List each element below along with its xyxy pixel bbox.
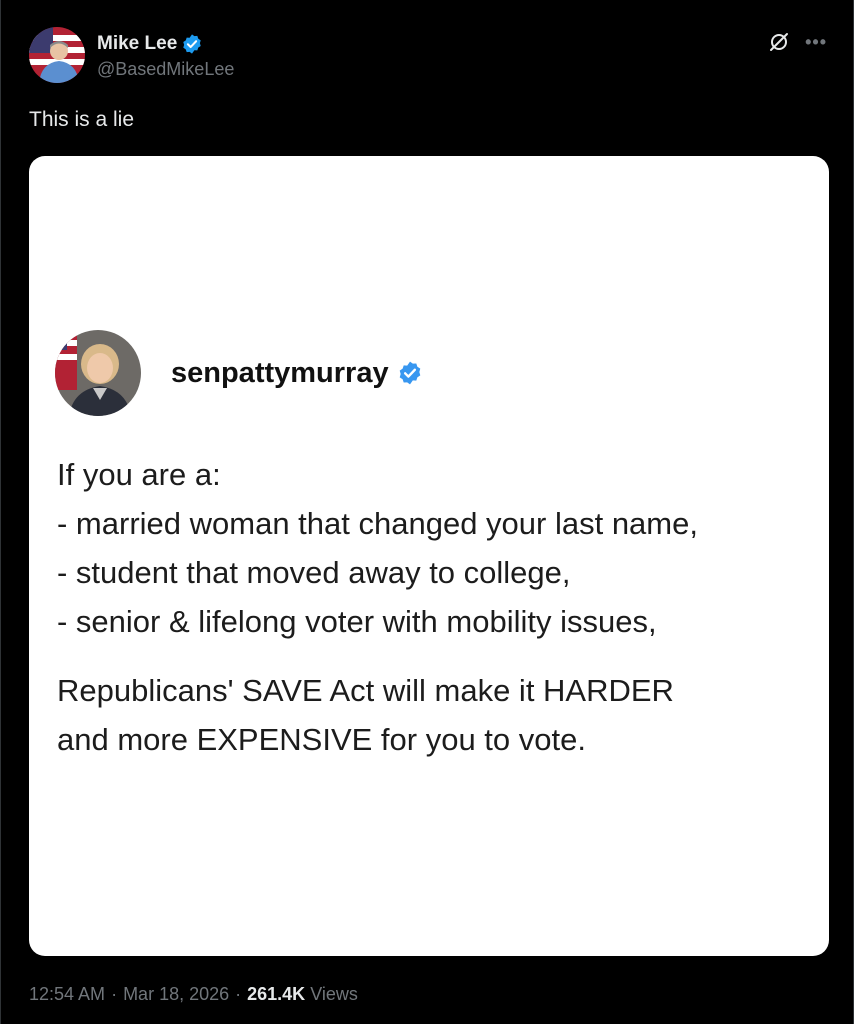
embedded-post-body: If you are a: - married woman that chang… <box>57 450 817 764</box>
embedded-closing-line-2: and more EXPENSIVE for you to vote. <box>57 722 586 757</box>
post-header: Mike Lee @BasedMikeLee <box>29 27 234 83</box>
separator: · <box>111 984 118 1004</box>
separator: · <box>235 984 242 1004</box>
post-date[interactable]: Mar 18, 2026 <box>123 984 229 1005</box>
more-options-icon[interactable]: ••• <box>805 30 827 54</box>
post-container: Mike Lee @BasedMikeLee ••• This is a lie <box>0 0 854 1024</box>
author-handle[interactable]: @BasedMikeLee <box>97 59 234 80</box>
post-metadata: 12:54 AM · Mar 18, 2026 · 261.4K Views <box>29 984 358 1005</box>
embedded-verified-icon <box>397 360 423 386</box>
embedded-list-item: - student that moved away to college, <box>57 555 571 590</box>
author-avatar[interactable] <box>29 27 85 83</box>
embedded-intro: If you are a: <box>57 457 221 492</box>
post-text: This is a lie <box>29 108 135 131</box>
embedded-author-name: senpattymurray <box>171 356 389 389</box>
post-time[interactable]: 12:54 AM <box>29 984 105 1005</box>
author-display-name[interactable]: Mike Lee <box>97 33 177 55</box>
embedded-list-item: - married woman that changed your last n… <box>57 506 698 541</box>
embedded-closing-line-1: Republicans' SAVE Act will make it HARDE… <box>57 673 674 708</box>
post-media-image[interactable]: senpattymurray If you are a: - married w… <box>29 156 829 956</box>
verified-badge-icon[interactable] <box>181 33 203 55</box>
embedded-author-header: senpattymurray <box>55 330 423 416</box>
embedded-author-avatar <box>55 330 141 416</box>
author-names: Mike Lee @BasedMikeLee <box>97 31 234 80</box>
views-count[interactable]: 261.4K <box>247 984 305 1005</box>
top-actions: ••• <box>767 30 827 54</box>
grok-icon[interactable] <box>767 30 791 54</box>
embedded-list-item: - senior & lifelong voter with mobility … <box>57 604 657 639</box>
name-row: Mike Lee <box>97 31 234 57</box>
views-label: Views <box>310 984 358 1004</box>
embedded-closing: Republicans' SAVE Act will make it HARDE… <box>57 666 817 764</box>
